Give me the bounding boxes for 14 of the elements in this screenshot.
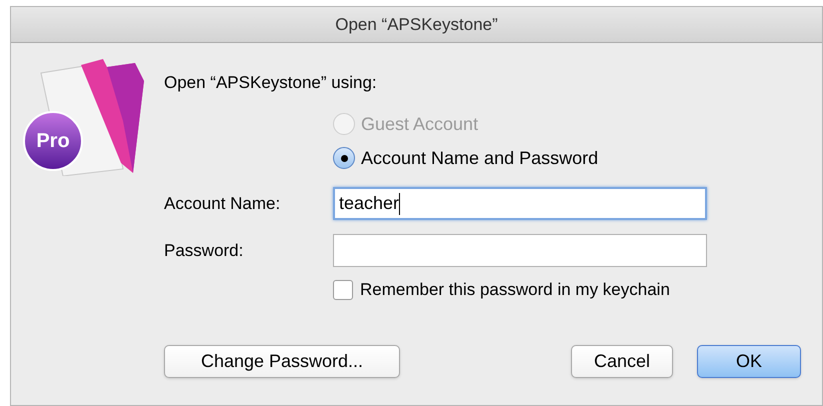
change-password-button[interactable]: Change Password... [164, 344, 400, 378]
ok-button[interactable]: OK [697, 344, 801, 378]
field-label: Account Name: [164, 192, 282, 215]
checkbox[interactable] [333, 280, 353, 300]
window-title: Open “APSKeystone” [335, 14, 498, 36]
radio-button[interactable] [333, 147, 355, 169]
dialog-heading: Open “APSKeystone” using: [164, 72, 378, 94]
field-label: Password: [164, 240, 244, 262]
radio-option[interactable]: Account Name and Password [333, 147, 707, 169]
pro-badge: Pro [23, 111, 83, 171]
input-field[interactable]: teacher [333, 187, 707, 220]
input-field[interactable] [333, 234, 707, 267]
remember-checkbox-row[interactable]: Remember this password in my keychain [333, 277, 707, 302]
cancel-button[interactable]: Cancel [571, 344, 673, 378]
